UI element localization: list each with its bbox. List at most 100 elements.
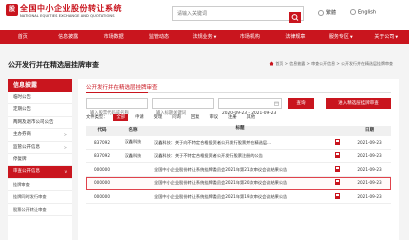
nav-item-service[interactable]: 服务专区▼: [318, 30, 363, 44]
table-row[interactable]: 000000 全国中小企业股份转让系统挂牌委员会2021年第19次审议会议结果公…: [86, 190, 391, 204]
sidebar-item-label: 挂牌审查: [13, 181, 30, 187]
filter-chip[interactable]: 回复: [188, 114, 203, 121]
main-content: 公开发行并在精选层挂牌审查 查询 进入精选层挂牌审查 文件类型： 全部 申请 受…: [78, 79, 399, 240]
date-range-field: [218, 98, 282, 118]
sidebar-item-suspension[interactable]: 停复牌: [8, 154, 72, 167]
code-field: [86, 98, 148, 118]
sidebar-item-review-info[interactable]: 审查公开信息 v: [8, 166, 72, 179]
nav-label: 首页: [17, 34, 28, 40]
cell-date: 2021-09-23: [357, 153, 382, 159]
col-header-title: 标题: [235, 126, 245, 131]
page-title: 公开发行并在精选层挂牌审查: [8, 61, 99, 69]
query-button[interactable]: 查询: [288, 98, 314, 109]
pdf-icon[interactable]: [334, 165, 340, 172]
cell-file: [326, 165, 348, 173]
pdf-icon[interactable]: [334, 138, 340, 145]
sidebar-item-label: 审查公开信息: [13, 169, 40, 175]
table-row[interactable]: 837092 汉鑫科技 汉鑫科技：关于向不特定合格投资者公开发行股票并在精选层.…: [86, 136, 391, 150]
col-header-code: 代码: [97, 128, 107, 133]
cell-title-link[interactable]: 汉鑫科技：关于不特定合格投资者公开发行股票注册的公告: [148, 153, 326, 158]
cell-date: 2021-09-23: [357, 139, 382, 145]
globe-icon: [350, 9, 356, 15]
nav-item-rules-business[interactable]: 法规业务▼: [182, 30, 227, 44]
nav-label: 市场数据: [103, 34, 124, 40]
filter-chip[interactable]: 申请: [132, 114, 147, 121]
sidebar-item-label: 停复牌: [13, 156, 27, 162]
brand-logo[interactable]: 股: [6, 4, 18, 16]
nav-label: 法规业务: [192, 34, 213, 40]
calendar-icon[interactable]: [274, 101, 279, 106]
table-row[interactable]: 000000 全国中小企业股份转让系统挂牌委员会2021年第21次审议会议结果公…: [86, 163, 391, 177]
sidebar-heading: 信息披露: [8, 79, 72, 92]
breadcrumb-text[interactable]: 首页 > 信息披露 > 审查公开信息 > 公开发行并在精选层挂牌审查: [275, 61, 393, 66]
nav-item-about[interactable]: 关于公司▼: [364, 30, 409, 44]
globe-icon: [318, 9, 324, 16]
sidebar-item-supervision[interactable]: 监管公开信息 >: [8, 142, 72, 154]
lang-english[interactable]: English: [350, 9, 376, 16]
chevron-right-icon: >: [63, 144, 67, 150]
cell-file: [326, 192, 348, 200]
sidebar-subitem-listing-review[interactable]: 挂牌审查: [8, 179, 72, 192]
filter-chip[interactable]: 注册: [225, 114, 240, 121]
chevron-down-icon: ▼: [395, 35, 399, 39]
nav-item-market-data[interactable]: 市场数据: [91, 30, 136, 44]
nav-label: 监管动态: [149, 34, 170, 40]
site-search: [172, 6, 304, 23]
sidebar: 信息披露 临时公告 定期公告 两网及退市公司公告 主办券商 > 监管公开信息 > 停…: [8, 79, 72, 240]
table-row-highlighted[interactable]: 000000 全国中小企业股份转让系统挂牌委员会2021年第20次审议会议结果公…: [86, 176, 391, 190]
sidebar-item-label: 两网及退市公司公告: [13, 119, 54, 125]
nav-item-regulation[interactable]: 监管动态: [136, 30, 181, 44]
cell-code: 000000: [94, 180, 110, 186]
cell-title-link[interactable]: 全国中小企业股份转让系统挂牌委员会2021年第21次审议会议结果公告: [148, 167, 326, 172]
home-icon[interactable]: [269, 61, 274, 66]
cell-title-link[interactable]: 汉鑫科技：关于向不特定合格投资者公开发行股票并在精选层...: [148, 140, 326, 145]
search-icon[interactable]: [289, 8, 301, 23]
filter-chip[interactable]: 审议: [206, 114, 221, 121]
file-type-filter: 文件类型： 全部 申请 受理 问询 回复 审议 注册 其他: [86, 112, 262, 122]
cell-date: 2021-09-23: [357, 180, 382, 186]
cell-title-link[interactable]: 全国中小企业股份转让系统挂牌委员会2021年第19次审议会议结果公告: [148, 194, 326, 199]
sidebar-item-label: 监管公开信息: [13, 144, 40, 150]
filter-chip[interactable]: 其他: [244, 114, 259, 121]
enter-review-button[interactable]: 进入精选层挂牌审查: [326, 98, 391, 109]
pdf-icon[interactable]: [334, 179, 340, 186]
nav-item-home[interactable]: 首页: [0, 30, 45, 44]
filter-chip[interactable]: 受理: [151, 114, 166, 121]
sidebar-item-label: 临时公告: [13, 95, 31, 100]
cell-file: [326, 138, 348, 146]
main-nav: 首页 信息披露 市场数据 监管动态 法规业务▼ 市场机构 法律规章 服务专区▼ …: [0, 30, 409, 44]
nav-item-institutions[interactable]: 市场机构: [227, 30, 272, 44]
pdf-icon[interactable]: [334, 192, 340, 199]
cell-name: 汉鑫科技: [124, 139, 142, 145]
cell-title-link[interactable]: 全国中小企业股份转让系统挂牌委员会2021年第20次审议会议结果公告: [148, 180, 326, 185]
search-input[interactable]: [177, 9, 287, 18]
sidebar-item-periodic[interactable]: 定期公告: [8, 104, 72, 117]
keyword-field: [152, 98, 214, 118]
pdf-icon[interactable]: [334, 152, 340, 159]
sidebar-item-delisted[interactable]: 两网及退市公司公告: [8, 117, 72, 130]
sidebar-subitem-transfer-review[interactable]: 股票公开转让审查: [8, 204, 72, 216]
filter-label: 文件类型：: [86, 115, 108, 120]
cell-code: 837092: [94, 153, 110, 159]
cell-code: 000000: [94, 193, 110, 199]
sidebar-item-label: 定期公告: [13, 107, 31, 113]
brand-name-cn[interactable]: 全国中小企业股份转让系统: [20, 3, 122, 14]
filter-chip[interactable]: 问询: [169, 114, 184, 121]
cell-name: 汉鑫科技: [124, 152, 142, 158]
section-title: 公开发行并在精选层挂牌审查: [86, 85, 158, 91]
lang-traditional-label: 繁體: [326, 10, 337, 16]
nav-label: 服务专区: [328, 34, 349, 40]
sidebar-item-brokers[interactable]: 主办券商 >: [8, 129, 72, 142]
col-header-file: [326, 126, 348, 136]
nav-label: 法律规章: [285, 34, 306, 40]
table-row[interactable]: 837092 汉鑫科技 汉鑫科技：关于不特定合格投资者公开发行股票注册的公告 2…: [86, 150, 391, 163]
sidebar-item-temp-announce[interactable]: 临时公告: [8, 92, 72, 105]
top-header: 股 全国中小企业股份转让系统 NATIONAL EQUITIES EXCHANG…: [0, 0, 409, 30]
lang-traditional[interactable]: 繁體: [318, 9, 336, 16]
page: 股 全国中小企业股份转让系统 NATIONAL EQUITIES EXCHANG…: [0, 0, 409, 240]
filter-chip[interactable]: 全部: [113, 113, 129, 121]
sidebar-subitem-issue-review[interactable]: 挂牌同时发行审查: [8, 191, 72, 204]
cell-code: 837092: [94, 139, 110, 145]
nav-item-laws[interactable]: 法律规章: [273, 30, 318, 44]
nav-item-disclosure[interactable]: 信息披露: [45, 30, 90, 44]
